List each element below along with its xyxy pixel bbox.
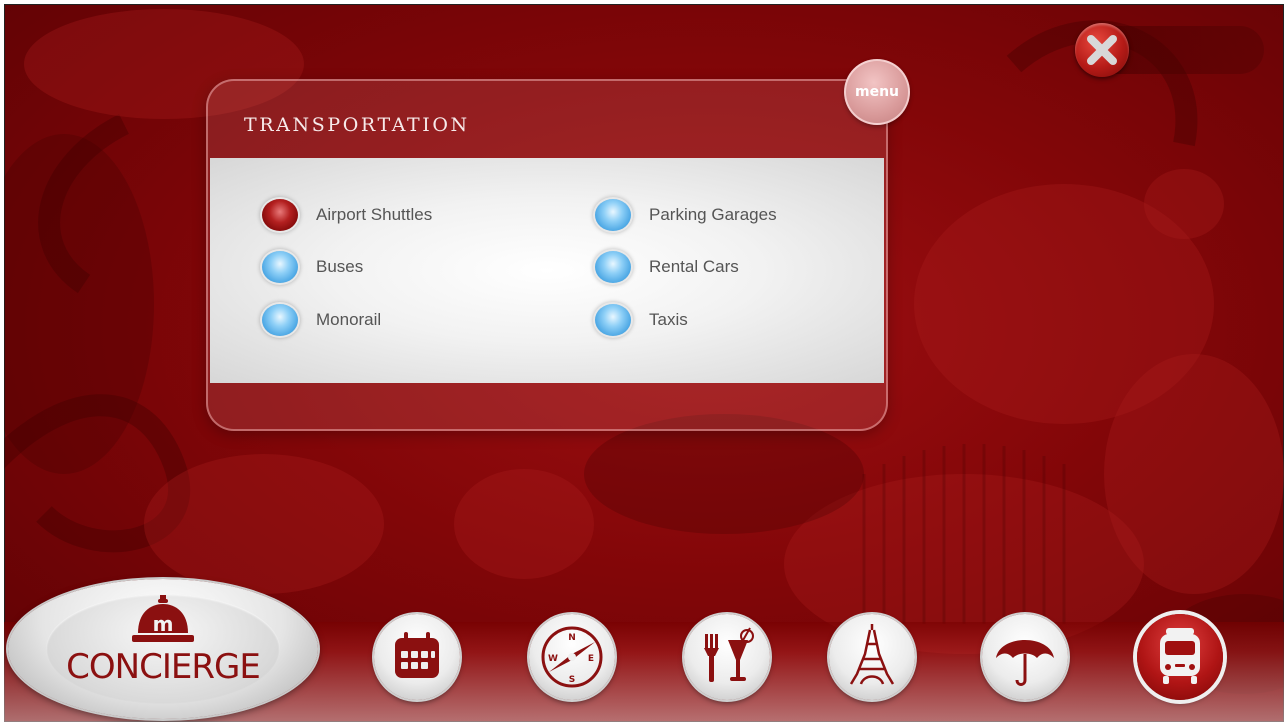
svg-text:E: E [588,654,594,664]
option-rental-cars[interactable]: Rental Cars [595,250,739,284]
close-button-tab [1114,26,1264,74]
option-parking-garages[interactable]: Parking Garages [595,198,777,232]
option-taxis[interactable]: Taxis [595,303,688,337]
dock-button-calendar[interactable] [374,614,460,700]
panel-title: TRANSPORTATION [244,114,470,136]
menu-button[interactable]: menu [844,59,910,125]
kiosk-screen: TRANSPORTATION menu Airport Shuttles Bus… [4,4,1284,722]
calendar-icon [395,632,439,678]
svg-text:S: S [569,675,575,685]
bus-icon [1160,628,1200,684]
option-monorail[interactable]: Monorail [262,303,381,337]
dock-button-dining[interactable] [684,614,770,700]
dining-icon [704,627,754,682]
option-buses[interactable]: Buses [262,250,363,284]
svg-text:N: N [568,633,576,643]
radio-icon[interactable] [595,304,631,336]
radio-selected-icon[interactable] [262,199,298,231]
concierge-home-button[interactable]: m CONCIERGE [8,579,318,719]
dock-button-weather[interactable] [982,614,1068,700]
option-label: Buses [316,257,364,276]
radio-icon[interactable] [262,304,298,336]
transportation-panel: TRANSPORTATION menu Airport Shuttles Bus… [206,59,910,431]
eiffel-tower-icon [849,624,895,685]
radio-icon[interactable] [595,199,631,231]
dock-button-sightseeing[interactable] [829,614,915,700]
service-bell-icon: m [132,595,194,642]
dock-button-transportation[interactable] [1137,614,1223,700]
option-label: Monorail [316,310,382,329]
radio-icon[interactable] [262,251,298,283]
umbrella-icon [996,640,1054,686]
option-label: Parking Garages [649,205,777,224]
transportation-options: Airport Shuttles Buses Monorail Parking … [210,158,884,383]
option-label: Airport Shuttles [316,205,433,224]
dock-button-compass[interactable]: N S E W [529,614,615,700]
radio-icon[interactable] [595,251,631,283]
svg-text:W: W [548,654,558,664]
option-label: Taxis [649,310,688,329]
option-label: Rental Cars [649,257,739,276]
close-icon [1087,35,1117,65]
svg-text:m: m [153,612,174,636]
concierge-label: CONCIERGE [66,647,261,687]
option-airport-shuttles[interactable]: Airport Shuttles [262,198,432,232]
compass-icon: N S E W [541,626,603,688]
close-button[interactable] [1075,23,1129,77]
